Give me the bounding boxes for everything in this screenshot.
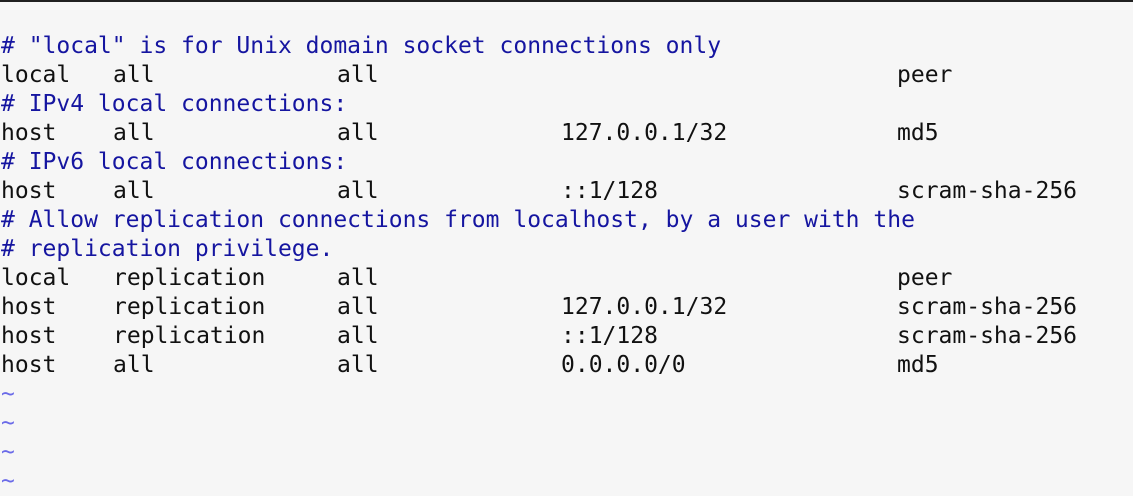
address: 0.0.0.0/0 bbox=[561, 352, 686, 378]
database: all bbox=[113, 120, 155, 146]
user: all bbox=[337, 120, 379, 146]
user: all bbox=[337, 265, 379, 291]
conn-type: host bbox=[1, 178, 57, 204]
database: replication bbox=[113, 294, 266, 320]
database: all bbox=[113, 62, 155, 88]
address: ::1/128 bbox=[561, 178, 658, 204]
user: all bbox=[337, 352, 379, 378]
user: all bbox=[337, 323, 379, 349]
conn-type: host bbox=[1, 120, 57, 146]
database: all bbox=[113, 178, 155, 204]
editor-buffer[interactable]: # "local" is for Unix domain socket conn… bbox=[1, 32, 1133, 496]
auth-method: peer bbox=[897, 265, 953, 291]
config-row: host replication all ::1/128 scram-sha-2… bbox=[1, 322, 1133, 351]
comment-line: # replication privilege. bbox=[1, 236, 334, 262]
database: replication bbox=[113, 323, 266, 349]
address: ::1/128 bbox=[561, 323, 658, 349]
config-row: host all all 127.0.0.1/32 md5 bbox=[1, 119, 1133, 148]
comment-line: # IPv6 local connections: bbox=[1, 149, 348, 175]
database: all bbox=[113, 352, 155, 378]
config-row: local all all peer bbox=[1, 61, 1133, 90]
comment-line: # IPv4 local connections: bbox=[1, 91, 348, 117]
database: replication bbox=[113, 265, 266, 291]
text-editor[interactable]: # "local" is for Unix domain socket conn… bbox=[0, 0, 1133, 496]
conn-type: local bbox=[1, 62, 71, 88]
auth-method: scram-sha-256 bbox=[897, 178, 1078, 204]
conn-type: local bbox=[1, 265, 71, 291]
conn-type: host bbox=[1, 352, 57, 378]
user: all bbox=[337, 62, 379, 88]
conn-type: host bbox=[1, 294, 57, 320]
config-row: local replication all peer bbox=[1, 264, 1133, 293]
config-row: host all all 0.0.0.0/0 md5 bbox=[1, 351, 1133, 380]
auth-method: peer bbox=[897, 62, 953, 88]
empty-line-tilde: ~ bbox=[1, 381, 15, 407]
user: all bbox=[337, 178, 379, 204]
empty-line-tilde: ~ bbox=[1, 439, 15, 465]
comment-line: # Allow replication connections from loc… bbox=[1, 207, 915, 233]
empty-line-tilde: ~ bbox=[1, 468, 15, 494]
auth-method: md5 bbox=[897, 352, 939, 378]
user: all bbox=[337, 294, 379, 320]
auth-method: md5 bbox=[897, 120, 939, 146]
address: 127.0.0.1/32 bbox=[561, 120, 728, 146]
auth-method: scram-sha-256 bbox=[897, 323, 1078, 349]
address: 127.0.0.1/32 bbox=[561, 294, 728, 320]
comment-line: # "local" is for Unix domain socket conn… bbox=[1, 33, 722, 59]
config-row: host all all ::1/128 scram-sha-256 bbox=[1, 177, 1133, 206]
empty-line-tilde: ~ bbox=[1, 410, 15, 436]
config-row: host replication all 127.0.0.1/32 scram-… bbox=[1, 293, 1133, 322]
auth-method: scram-sha-256 bbox=[897, 294, 1078, 320]
conn-type: host bbox=[1, 323, 57, 349]
